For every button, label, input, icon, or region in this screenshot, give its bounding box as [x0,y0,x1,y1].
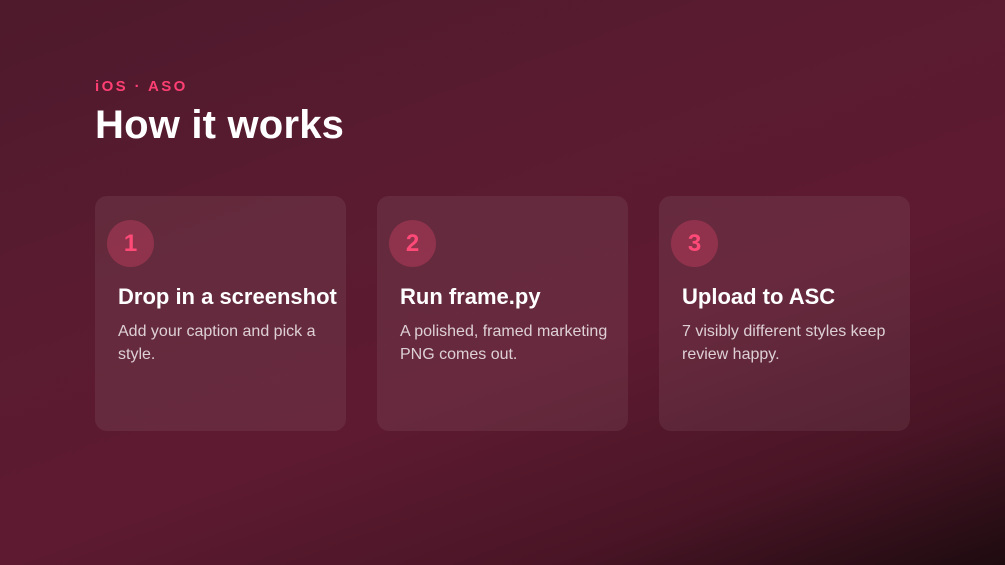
step-card-3: 3 Upload to ASC 7 visibly different styl… [659,196,910,431]
steps-row: 1 Drop in a screenshot Add your caption … [95,196,910,431]
step-title: Run frame.py [400,284,541,309]
page-title: How it works [95,103,345,147]
step-title: Upload to ASC [682,284,836,309]
eyebrow-label: iOS · ASO [95,78,188,95]
step-description: 7 visibly different styles keep review h… [682,323,886,363]
step-title: Drop in a screenshot [118,284,337,309]
step-description: Add your caption and pick a style. [118,323,316,363]
step-description: A polished, framed marketing PNG comes o… [400,323,608,363]
step-number-badge: 1 [107,220,154,267]
step-card-2: 2 Run frame.py A polished, framed market… [377,196,628,431]
step-card-1: 1 Drop in a screenshot Add your caption … [95,196,346,431]
step-number-badge: 2 [389,220,436,267]
how-it-works-slide: iOS · ASO How it works 1 Drop in a scree… [95,78,915,431]
step-number-badge: 3 [671,220,718,267]
